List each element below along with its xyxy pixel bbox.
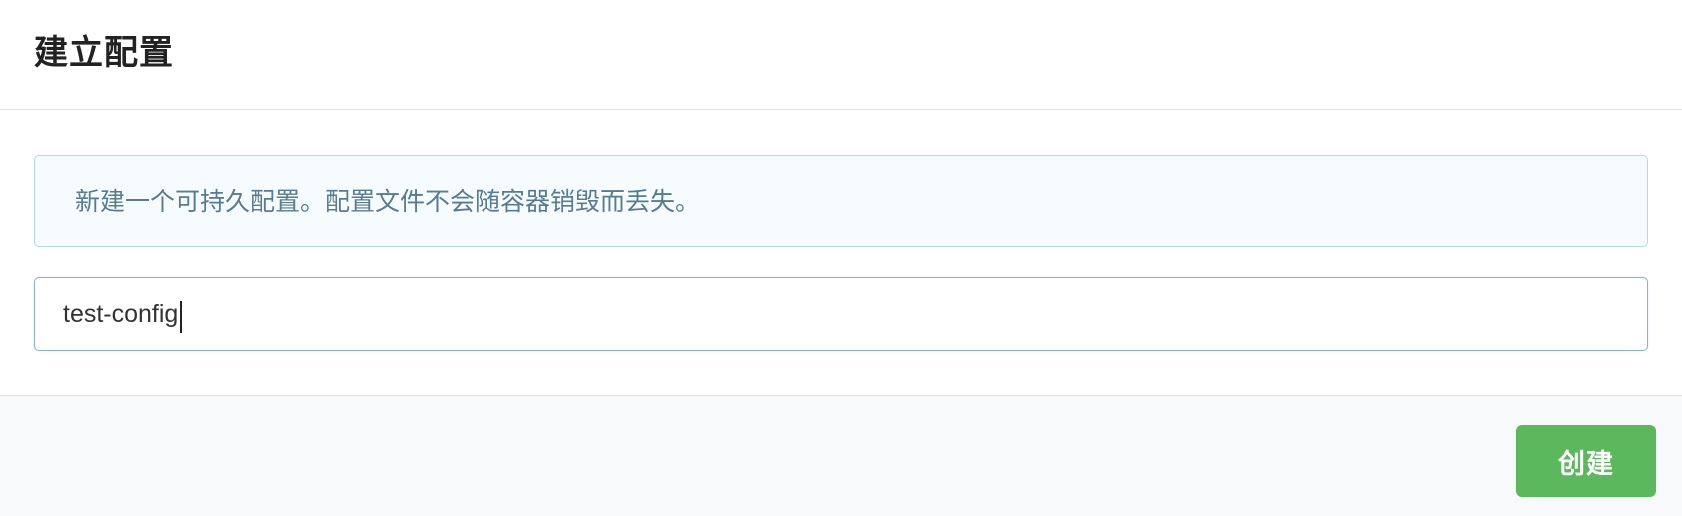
info-alert: 新建一个可持久配置。配置文件不会随容器销毁而丢失。	[34, 155, 1648, 247]
dialog-footer: 创建	[0, 395, 1682, 516]
info-message: 新建一个可持久配置。配置文件不会随容器销毁而丢失。	[75, 187, 701, 216]
dialog-header: 建立配置	[0, 0, 1682, 110]
text-cursor	[180, 301, 182, 333]
dialog-title: 建立配置	[34, 33, 174, 73]
create-config-dialog: 建立配置 新建一个可持久配置。配置文件不会随容器销毁而丢失。 创建	[0, 0, 1682, 516]
dialog-body: 新建一个可持久配置。配置文件不会随容器销毁而丢失。	[0, 111, 1682, 395]
config-name-input[interactable]	[34, 277, 1648, 351]
create-button[interactable]: 创建	[1516, 425, 1656, 497]
